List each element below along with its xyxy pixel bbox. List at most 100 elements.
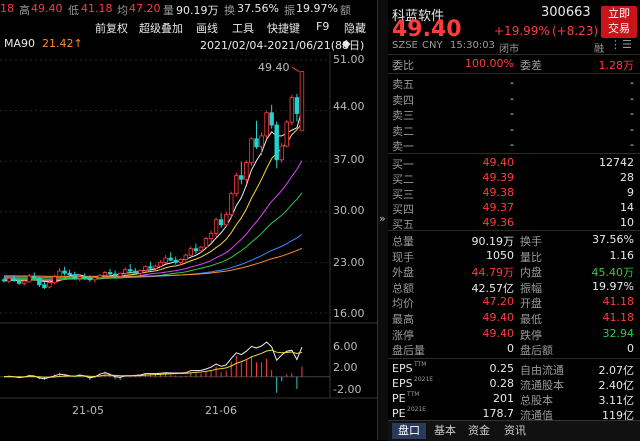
trade-now-button[interactable]: 立即 交易 [601, 6, 637, 38]
stat-value: 1.16 [609, 248, 635, 262]
candle-body [163, 257, 168, 263]
macd-axis-tick: 6.00 [333, 340, 358, 353]
candle-body [153, 265, 158, 269]
bid-row: 买四 49.37 14 [392, 201, 634, 216]
macd-axis-tick: -2.00 [333, 383, 362, 396]
info-amount-label: 额 [340, 4, 351, 17]
order-diff-label: 委差 [520, 59, 542, 72]
stat-value: 44.79万 [471, 266, 515, 280]
fund-value: 0.28 [489, 377, 515, 390]
expand-arrow-icon[interactable]: » [379, 212, 386, 225]
fund-label: PE [392, 392, 406, 405]
info-prefix-value: 18 [0, 2, 14, 15]
fund-label: 自由流通 [520, 364, 564, 377]
bid-price: 49.37 [482, 201, 515, 214]
stat-value: 49.40 [482, 326, 515, 340]
bid-label: 买一 [392, 158, 414, 171]
stat-value: 42.57亿 [471, 281, 515, 295]
order-ratio-value: 100.00% [465, 57, 514, 70]
toolbar-shortcut-button[interactable]: 快捷键 [267, 20, 300, 36]
tab-news[interactable]: 资讯 [500, 423, 530, 439]
ask-row: 卖五 - - [392, 76, 634, 91]
x-axis-label: 21-05 [72, 404, 104, 417]
stat-label: 最高 [392, 313, 414, 326]
chart-area[interactable]: 18 高 49.40 低 41.18 均 47.20 量 90.19万 换 37… [0, 0, 377, 440]
stat-row: 总额 42.57亿 振幅 19.97% [392, 280, 634, 295]
more-icon[interactable]: ⋮ [610, 38, 621, 51]
fund-label-suffix: TTM [414, 361, 427, 368]
bid-volume: 28 [620, 171, 634, 184]
stat-row: 均价 47.20 开盘 41.18 [392, 295, 634, 310]
bid-label: 买四 [392, 203, 414, 216]
info-avg-label: 均 [117, 4, 128, 17]
candle-body [128, 269, 133, 272]
candle-body [208, 233, 214, 239]
ask-volume: - [630, 76, 634, 89]
toolbar-tools-button[interactable]: 工具 [232, 20, 254, 36]
tab-funds[interactable]: 资金 [464, 423, 494, 439]
candle-body [92, 277, 98, 281]
stat-label: 量比 [520, 250, 542, 264]
candle-body [188, 248, 194, 256]
toolbar-drawline-button[interactable]: 画线 [196, 20, 218, 36]
menu-icon[interactable]: ☰ [622, 38, 632, 51]
ask-row: 卖一 - - [392, 138, 634, 153]
bid-price: 49.39 [482, 171, 515, 184]
fund-value: 178.7 [482, 407, 515, 420]
price-axis-tick: 23.00 [333, 256, 365, 269]
ask-price: - [510, 107, 514, 120]
stat-row: 涨停 49.40 跌停 32.94 [392, 327, 634, 342]
kline-chart-svg[interactable] [0, 0, 377, 440]
stat-value: 41.18 [602, 295, 635, 309]
price-axis-tick: 51.00 [333, 53, 365, 66]
stat-label: 盘后量 [392, 344, 425, 358]
change-percent: +19.99% [494, 24, 550, 38]
fund-value: 201 [493, 392, 514, 405]
ask-label: 卖五 [392, 78, 414, 91]
tab-basic[interactable]: 基本 [430, 423, 460, 439]
stat-value: 41.18 [602, 311, 635, 324]
ma-label: MA90 [4, 37, 36, 50]
bid-label: 买三 [392, 188, 414, 201]
toolbar-hide-button[interactable]: 隐藏 [344, 20, 366, 36]
stat-label: 现手 [392, 250, 414, 264]
stat-label: 开盘 [520, 297, 542, 311]
toolbar-f9-button[interactable]: F9 [316, 20, 329, 33]
info-low-value: 41.18 [81, 2, 113, 15]
candle-body [143, 266, 148, 271]
ask-label: 卖三 [392, 109, 414, 122]
currency: CNY [422, 40, 443, 51]
candle-body [117, 272, 123, 277]
candle-body [21, 280, 27, 284]
candle-body [254, 138, 259, 148]
info-bar: 18 高 49.40 低 41.18 均 47.20 量 90.19万 换 37… [0, 0, 377, 18]
settings-arrow-icon[interactable]: ◆ [342, 37, 350, 50]
toolbar-overlay-button[interactable]: 超级叠加 [139, 20, 183, 36]
stat-row: 盘后量 0 盘后额 0 [392, 342, 634, 357]
stat-label: 内盘 [520, 266, 542, 280]
candle-body [223, 214, 229, 226]
candle-body [87, 277, 93, 281]
order-ratio-row: 委比 100.00% 委差 1.28万 [392, 57, 634, 72]
ma-value: 21.42↑ [42, 37, 83, 50]
candle-body [173, 259, 178, 263]
bid-row: 买二 49.39 28 [392, 171, 634, 186]
candle-body [289, 97, 295, 123]
toolbar-fuquan-button[interactable]: 前复权 [95, 20, 128, 36]
date-range: 2021/02/04-2021/06/21(88日) [200, 39, 365, 52]
candle-body [213, 219, 219, 234]
macd-dif-line [3, 341, 303, 380]
change-amount: (+8.23) [552, 24, 599, 38]
candle-body [112, 273, 118, 277]
ask-price: - [510, 91, 514, 105]
candle-body [11, 278, 17, 281]
tab-pankou[interactable]: 盘口 [392, 423, 426, 439]
info-avg-value: 47.20 [129, 2, 161, 15]
price-axis-tick: 37.00 [333, 153, 365, 166]
ask-volume: - [630, 91, 634, 105]
ma-line [3, 160, 303, 281]
candle-body [107, 272, 113, 275]
stat-value: 47.20 [482, 295, 515, 309]
stat-label: 涨停 [392, 328, 414, 342]
separator [388, 358, 640, 359]
